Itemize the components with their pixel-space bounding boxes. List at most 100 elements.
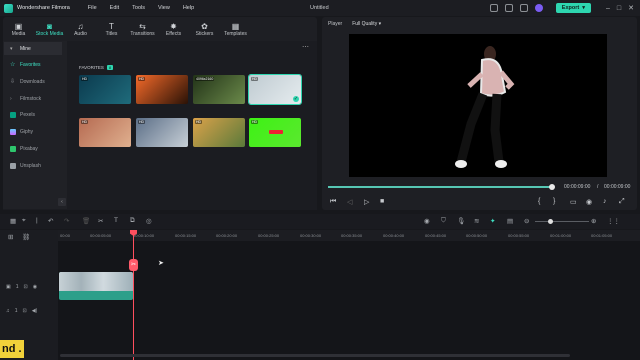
- tab-templates[interactable]: ▦ Templates: [220, 17, 251, 41]
- more-options-icon[interactable]: ⋯: [302, 43, 309, 51]
- zoom-slider[interactable]: [535, 221, 589, 222]
- stock-thumbnail[interactable]: HD: [136, 118, 188, 147]
- zoom-in-icon[interactable]: ⊕: [591, 217, 596, 225]
- tab-stickers[interactable]: ✿ Stickers: [189, 17, 220, 41]
- add-track-icon[interactable]: ⊞: [8, 233, 13, 241]
- timeline-tracks[interactable]: [58, 241, 640, 360]
- tab-transitions[interactable]: ⇆ Transitions: [127, 17, 158, 41]
- playhead[interactable]: [133, 230, 134, 360]
- gift-icon[interactable]: [504, 4, 513, 12]
- menu-edit[interactable]: Edit: [110, 5, 119, 11]
- mark-out-icon[interactable]: }: [553, 198, 555, 205]
- redo-icon[interactable]: ↷: [64, 217, 69, 225]
- crop-icon[interactable]: ⧉: [130, 217, 135, 225]
- layout-grid-icon[interactable]: ▦: [10, 217, 16, 225]
- sidebar-item-label: Filmstock: [20, 95, 42, 102]
- microphone-icon[interactable]: 🎙: [457, 217, 465, 225]
- mark-in-icon[interactable]: {: [538, 198, 540, 205]
- thumbnail-tag: HD: [251, 120, 259, 124]
- close-icon[interactable]: ✕: [628, 4, 634, 12]
- sidebar-item-giphy[interactable]: Giphy: [4, 125, 62, 138]
- zoom-slider-handle[interactable]: [548, 219, 553, 224]
- eye-icon[interactable]: ◉: [33, 284, 37, 290]
- star-icon: ☆: [10, 61, 16, 68]
- link-icon[interactable]: ⛓: [22, 233, 30, 241]
- frame-back-icon[interactable]: ◁: [347, 198, 352, 206]
- stock-thumbnail[interactable]: HD: [79, 118, 131, 147]
- sidebar-item-filmstock[interactable]: › Filmstock: [4, 92, 62, 105]
- sidebar-item-pixabay[interactable]: Pixabay: [4, 142, 62, 155]
- avatar[interactable]: [534, 4, 543, 12]
- lock-icon[interactable]: ⊡: [23, 308, 27, 314]
- display-icon[interactable]: ▭: [570, 198, 577, 206]
- zoom-out-icon[interactable]: ⊖: [524, 217, 529, 225]
- tab-titles[interactable]: T Titles: [96, 17, 127, 41]
- quality-dropdown[interactable]: Full Quality ▾: [352, 21, 381, 27]
- mouse-cursor-icon: ➤: [158, 260, 164, 267]
- menu-file[interactable]: File: [88, 5, 97, 11]
- tab-media[interactable]: ▣ Media: [3, 17, 34, 41]
- audio-mix-icon[interactable]: ≋: [474, 217, 479, 225]
- stock-thumbnail[interactable]: 4096x2160: [193, 75, 245, 104]
- sidebar-item-mine[interactable]: ▾ Mine: [4, 42, 62, 55]
- pexels-icon: [10, 111, 16, 118]
- shield-icon[interactable]: ⛉: [441, 217, 446, 225]
- quality-value: Full Quality: [352, 21, 378, 27]
- sidebar-item-unsplash[interactable]: Unsplash: [4, 159, 62, 172]
- timeline-settings-icon[interactable]: ⋮⋮: [607, 217, 620, 225]
- menu-view[interactable]: View: [158, 5, 170, 11]
- video-clip[interactable]: [59, 272, 133, 300]
- favorites-title: FAVORITES: [79, 65, 104, 70]
- split-icon[interactable]: ✂: [98, 217, 103, 225]
- thumbnail-tag: HD: [81, 77, 89, 81]
- stock-thumbnail[interactable]: HD ✓: [248, 74, 302, 105]
- speaker-icon[interactable]: ◀): [32, 308, 38, 314]
- play-icon[interactable]: ▷: [364, 198, 369, 206]
- ruler-tick: 00:01:00:00: [550, 233, 572, 238]
- stop-icon[interactable]: ■: [380, 198, 384, 205]
- ai-tools-icon[interactable]: ✦: [490, 217, 495, 225]
- divider: |: [36, 217, 38, 224]
- subtitle-icon[interactable]: ▤: [507, 217, 513, 225]
- chevron-down-icon: ▾: [378, 21, 382, 27]
- render-icon[interactable]: ◉: [424, 217, 430, 225]
- menu-tools[interactable]: Tools: [132, 5, 145, 11]
- playback-progress-bar[interactable]: [328, 186, 552, 188]
- timeline-horizontal-scrollbar[interactable]: [60, 354, 570, 357]
- menu-help[interactable]: Help: [183, 5, 194, 11]
- tab-stock-media[interactable]: ◙ Stock Media: [34, 17, 65, 41]
- video-preview[interactable]: [349, 34, 607, 177]
- maximize-icon[interactable]: □: [617, 5, 621, 12]
- delete-icon[interactable]: 🗑: [82, 217, 90, 225]
- stock-thumbnail[interactable]: HD: [249, 118, 301, 147]
- sidebar-item-downloads[interactable]: ⇩ Downloads: [4, 75, 62, 88]
- stock-thumbnail[interactable]: HD: [136, 75, 188, 104]
- playback-scrubber-handle[interactable]: [549, 184, 555, 190]
- collapse-sidebar-button[interactable]: ‹: [58, 198, 66, 206]
- templates-icon: ▦: [231, 21, 240, 31]
- text-icon[interactable]: T: [114, 217, 118, 224]
- stock-thumbnail[interactable]: HD: [193, 118, 245, 147]
- snapshot-icon[interactable]: ◉: [586, 198, 592, 206]
- fullscreen-icon[interactable]: ⤢: [619, 198, 625, 206]
- sidebar-item-label: Pixabay: [20, 145, 38, 152]
- select-tool-icon[interactable]: ⌖: [22, 217, 26, 225]
- speed-icon[interactable]: ◎: [146, 217, 152, 225]
- monitor-icon[interactable]: [489, 4, 498, 12]
- tab-effects[interactable]: ✸ Effects: [158, 17, 189, 41]
- tab-label: Stock Media: [35, 30, 64, 37]
- lock-icon[interactable]: ⊡: [24, 284, 28, 290]
- tab-audio[interactable]: ♫ Audio: [65, 17, 96, 41]
- sidebar-item-favorites[interactable]: ☆ Favorites: [4, 58, 62, 71]
- step-back-icon[interactable]: ⏮: [330, 198, 336, 206]
- volume-icon[interactable]: ♪: [603, 198, 607, 205]
- stock-thumbnail[interactable]: HD: [79, 75, 131, 104]
- tab-label: Media: [11, 30, 26, 37]
- undo-icon[interactable]: ↶: [48, 217, 53, 225]
- playhead-split-marker[interactable]: ✂: [129, 259, 138, 271]
- cloud-icon[interactable]: [519, 4, 528, 12]
- sidebar-item-pexels[interactable]: Pexels: [4, 108, 62, 121]
- minimize-icon[interactable]: –: [606, 5, 610, 12]
- chevron-left-icon: ‹: [61, 199, 63, 205]
- export-button[interactable]: Export ▾: [555, 3, 591, 13]
